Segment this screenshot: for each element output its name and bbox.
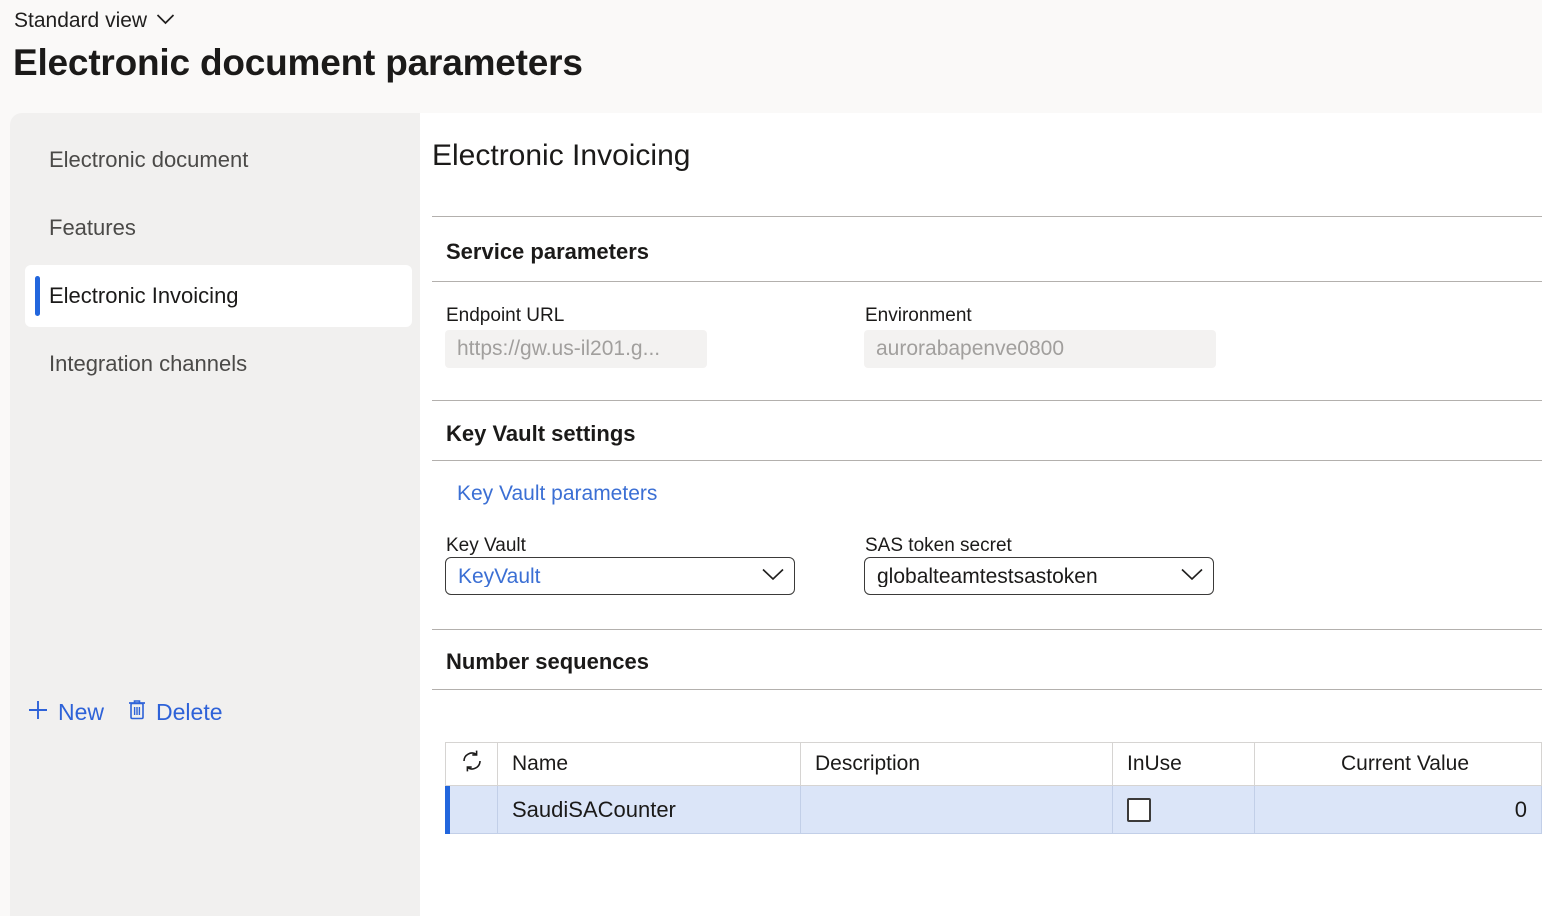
section-divider bbox=[432, 400, 1542, 401]
environment-label: Environment bbox=[865, 306, 972, 325]
sidebar-item-label: Features bbox=[49, 217, 136, 239]
section-heading-key-vault-settings: Key Vault settings bbox=[446, 423, 636, 445]
sas-token-secret-label: SAS token secret bbox=[865, 536, 1012, 555]
sidebar-item-label: Electronic document bbox=[49, 149, 248, 171]
section-divider bbox=[432, 460, 1542, 461]
delete-button-label: Delete bbox=[156, 701, 222, 724]
section-heading-number-sequences: Number sequences bbox=[446, 651, 649, 673]
inuse-checkbox[interactable] bbox=[1127, 798, 1151, 822]
sidebar-nav: Electronic document Features Electronic … bbox=[10, 113, 420, 916]
key-vault-combobox[interactable]: KeyVault bbox=[445, 557, 795, 595]
grid-header-row: Name Description InUse Current Value bbox=[445, 742, 1542, 786]
chevron-down-icon bbox=[1179, 566, 1205, 587]
row-cell-description[interactable] bbox=[801, 786, 1113, 834]
row-cell-name[interactable]: SaudiSACounter bbox=[498, 786, 801, 834]
row-cell-current-value[interactable]: 0 bbox=[1255, 786, 1542, 834]
section-divider bbox=[432, 216, 1542, 217]
grid-empty-area bbox=[445, 834, 1542, 916]
trash-icon bbox=[126, 698, 148, 726]
grid-refresh-cell[interactable] bbox=[445, 742, 498, 786]
row-selection-marker bbox=[445, 786, 450, 834]
row-cell-inuse[interactable] bbox=[1113, 786, 1255, 834]
chevron-down-icon bbox=[156, 12, 175, 30]
page-header: Standard view Electronic document parame… bbox=[0, 0, 1542, 113]
sidebar-item-integration-channels[interactable]: Integration channels bbox=[25, 333, 412, 395]
sidebar-item-label: Integration channels bbox=[49, 353, 247, 375]
section-divider bbox=[432, 281, 1542, 282]
view-selector[interactable]: Standard view bbox=[14, 10, 175, 31]
new-button-label: New bbox=[58, 701, 104, 724]
grid-header-inuse[interactable]: InUse bbox=[1113, 742, 1255, 786]
key-vault-label: Key Vault bbox=[446, 536, 526, 555]
selection-accent-bar bbox=[35, 276, 40, 316]
table-row[interactable]: SaudiSACounter 0 bbox=[445, 786, 1542, 834]
content-title: Electronic Invoicing bbox=[432, 141, 690, 171]
plus-icon bbox=[26, 698, 50, 726]
grid-toolbar: New Delete bbox=[26, 698, 223, 726]
electronic-document-parameters-page: Standard view Electronic document parame… bbox=[0, 0, 1542, 916]
sidebar-item-features[interactable]: Features bbox=[25, 197, 412, 259]
section-divider bbox=[432, 689, 1542, 690]
sidebar-item-electronic-document[interactable]: Electronic document bbox=[25, 129, 412, 191]
refresh-icon bbox=[459, 748, 485, 780]
environment-field[interactable]: aurorabapenve0800 bbox=[864, 330, 1216, 368]
endpoint-url-field[interactable]: https://gw.us-il201.g... bbox=[445, 330, 707, 368]
page-title: Electronic document parameters bbox=[13, 42, 583, 85]
key-vault-value: KeyVault bbox=[458, 566, 754, 587]
view-selector-label: Standard view bbox=[14, 10, 147, 31]
sas-token-secret-combobox[interactable]: globalteamtestsastoken bbox=[864, 557, 1214, 595]
key-vault-parameters-link[interactable]: Key Vault parameters bbox=[457, 483, 657, 504]
delete-button[interactable]: Delete bbox=[126, 698, 222, 726]
new-button[interactable]: New bbox=[26, 698, 104, 726]
sidebar-item-electronic-invoicing[interactable]: Electronic Invoicing bbox=[25, 265, 412, 327]
number-sequences-grid: Name Description InUse Current Value Sau… bbox=[445, 742, 1542, 834]
grid-header-description[interactable]: Description bbox=[801, 742, 1113, 786]
section-divider bbox=[432, 629, 1542, 630]
sidebar-item-label: Electronic Invoicing bbox=[49, 285, 239, 307]
endpoint-url-label: Endpoint URL bbox=[446, 306, 564, 325]
grid-header-current-value[interactable]: Current Value bbox=[1255, 742, 1542, 786]
grid-header-name[interactable]: Name bbox=[498, 742, 801, 786]
chevron-down-icon bbox=[760, 566, 786, 587]
section-heading-service-parameters: Service parameters bbox=[446, 241, 649, 263]
sas-token-secret-value: globalteamtestsastoken bbox=[877, 566, 1173, 587]
row-indicator-cell bbox=[445, 786, 498, 834]
